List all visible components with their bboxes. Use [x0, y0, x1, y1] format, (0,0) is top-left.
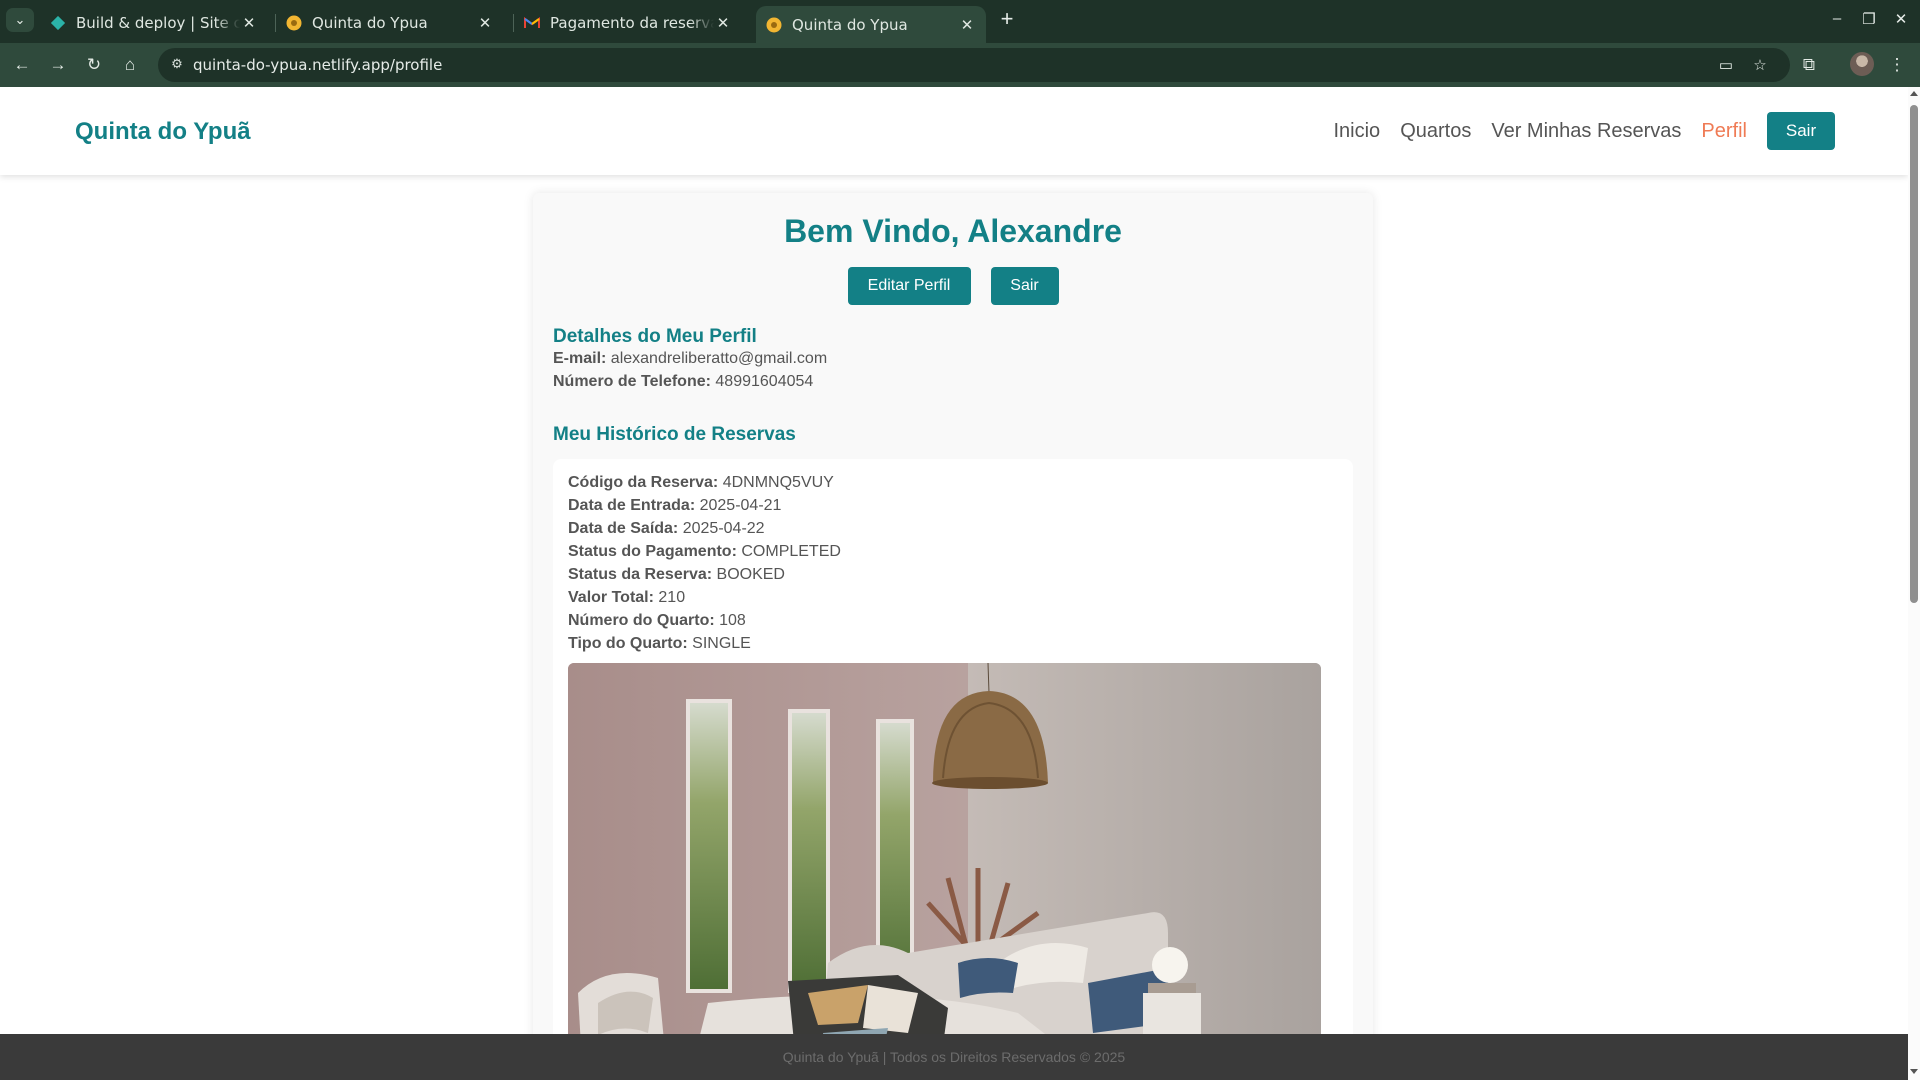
- checkin-row: Data de Entrada: 2025-04-21: [568, 497, 781, 515]
- card-icon[interactable]: ▭: [1716, 56, 1736, 74]
- profile-card: Bem Vindo, Alexandre Editar Perfil Sair …: [533, 193, 1373, 1080]
- room-type-row: Tipo do Quarto: SINGLE: [568, 635, 751, 653]
- room-type-label: Tipo do Quarto:: [568, 635, 688, 652]
- netlify-icon: [50, 15, 66, 31]
- room-number-row: Número do Quarto: 108: [568, 612, 746, 630]
- header-logout-button[interactable]: Sair: [1767, 112, 1835, 150]
- address-bar[interactable]: ⚙ quinta-do-ypua.netlify.app/profile ▭ ☆: [158, 48, 1790, 82]
- phone-value: 48991604054: [715, 373, 814, 390]
- tab-gmail[interactable]: Pagamento da reserva realizado ✕: [514, 6, 742, 39]
- booking-status-label: Status da Reserva:: [568, 566, 713, 583]
- tab-title: Pagamento da reserva realizado: [550, 13, 714, 32]
- edit-profile-button[interactable]: Editar Perfil: [847, 267, 971, 305]
- phone-row: Número de Telefone: 48991604054: [553, 373, 813, 391]
- tab-title: Quinta do Ypua: [312, 13, 428, 32]
- browser-toolbar: ← → ↻ ⌂ ⚙ quinta-do-ypua.netlify.app/pro…: [0, 43, 1920, 87]
- site-favicon: [766, 17, 782, 33]
- payment-status-label: Status do Pagamento:: [568, 543, 737, 560]
- profile-details-heading: Detalhes do Meu Perfil: [553, 326, 757, 347]
- checkin-label: Data de Entrada:: [568, 497, 696, 514]
- booking-history-heading: Meu Histórico de Reservas: [553, 424, 796, 445]
- main-nav: Inicio Quartos Ver Minhas Reservas Perfi…: [1333, 112, 1835, 150]
- reload-icon[interactable]: ↻: [81, 52, 107, 78]
- nav-inicio[interactable]: Inicio: [1333, 120, 1380, 143]
- logout-button[interactable]: Sair: [990, 267, 1059, 305]
- checkout-row: Data de Saída: 2025-04-22: [568, 520, 765, 538]
- checkin-value: 2025-04-21: [699, 497, 782, 514]
- page-scrollbar[interactable]: [1908, 87, 1920, 1080]
- welcome-heading: Bem Vindo, Alexandre: [784, 213, 1122, 249]
- checkout-value: 2025-04-22: [682, 520, 765, 537]
- room-number-value: 108: [719, 612, 746, 629]
- room-number-label: Número do Quarto:: [568, 612, 715, 629]
- room-type-value: SINGLE: [692, 635, 751, 652]
- url-text[interactable]: quinta-do-ypua.netlify.app/profile: [193, 56, 442, 74]
- close-icon[interactable]: ✕: [714, 14, 732, 32]
- forward-icon[interactable]: →: [45, 52, 71, 78]
- tab-quinta-active[interactable]: Quinta do Ypua ✕: [756, 6, 986, 43]
- profile-avatar[interactable]: [1850, 52, 1874, 76]
- page-viewport: Quinta do Ypuã Inicio Quartos Ver Minhas…: [0, 87, 1908, 1080]
- payment-status-value: COMPLETED: [741, 543, 841, 560]
- profile-actions: Editar Perfil Sair: [533, 267, 1373, 305]
- nav-quartos[interactable]: Quartos: [1400, 120, 1471, 143]
- total-label: Valor Total:: [568, 589, 654, 606]
- gmail-icon: [524, 15, 540, 31]
- close-icon[interactable]: ✕: [958, 16, 976, 34]
- back-icon[interactable]: ←: [9, 52, 35, 78]
- booking-code-row: Código da Reserva: 4DNMNQ5VUY: [568, 474, 834, 492]
- tab-title: Build & deploy | Site configuration: [76, 13, 240, 32]
- total-row: Valor Total: 210: [568, 589, 685, 607]
- minimize-icon[interactable]: –: [1826, 10, 1848, 27]
- menu-icon[interactable]: ⋮: [1884, 52, 1910, 78]
- tab-quinta[interactable]: Quinta do Ypua ✕: [276, 6, 504, 39]
- restore-icon[interactable]: ❐: [1858, 10, 1880, 28]
- close-icon[interactable]: ✕: [476, 14, 494, 32]
- payment-status-row: Status do Pagamento: COMPLETED: [568, 543, 841, 561]
- site-info-icon[interactable]: ⚙: [168, 56, 186, 74]
- booking-item: Código da Reserva: 4DNMNQ5VUY Data de En…: [553, 459, 1353, 1080]
- scrollbar-thumb[interactable]: [1910, 105, 1918, 603]
- room-photo: [568, 663, 1321, 1080]
- nav-minhas-reservas[interactable]: Ver Minhas Reservas: [1491, 120, 1681, 143]
- nav-perfil[interactable]: Perfil: [1701, 120, 1747, 143]
- close-window-icon[interactable]: ✕: [1890, 10, 1912, 28]
- site-logo[interactable]: Quinta do Ypuã: [75, 118, 251, 146]
- room-illustration: [568, 663, 1321, 1080]
- site-footer: Quinta do Ypuã | Todos os Direitos Reser…: [0, 1034, 1908, 1080]
- scroll-down-icon[interactable]: [1910, 1069, 1918, 1074]
- total-value: 210: [658, 589, 686, 606]
- booking-status-row: Status da Reserva: BOOKED: [568, 566, 785, 584]
- new-tab-button[interactable]: +: [995, 8, 1019, 32]
- bookmark-star-icon[interactable]: ☆: [1750, 56, 1770, 74]
- booking-code-value: 4DNMNQ5VUY: [722, 474, 834, 491]
- site-header: Quinta do Ypuã Inicio Quartos Ver Minhas…: [0, 87, 1908, 175]
- phone-label: Número de Telefone:: [553, 373, 711, 390]
- home-icon[interactable]: ⌂: [117, 52, 143, 78]
- tab-netlify[interactable]: Build & deploy | Site configuration ✕: [40, 6, 268, 39]
- booking-status-value: BOOKED: [716, 566, 785, 583]
- scroll-up-icon[interactable]: [1910, 91, 1918, 96]
- email-value: alexandreliberatto@gmail.com: [610, 350, 828, 367]
- email-label: E-mail:: [553, 350, 607, 367]
- booking-code-label: Código da Reserva:: [568, 474, 719, 491]
- footer-text: Quinta do Ypuã | Todos os Direitos Reser…: [782, 1049, 1126, 1065]
- email-row: E-mail: alexandreliberatto@gmail.com: [553, 350, 827, 368]
- checkout-label: Data de Saída:: [568, 520, 679, 537]
- site-favicon: [286, 15, 302, 31]
- close-icon[interactable]: ✕: [240, 14, 258, 32]
- tab-search-button[interactable]: ⌄: [6, 8, 34, 32]
- tab-title: Quinta do Ypua: [792, 15, 908, 34]
- extensions-icon[interactable]: ⧉: [1796, 52, 1822, 78]
- tab-strip: ⌄ Build & deploy | Site configuration ✕ …: [0, 0, 1920, 43]
